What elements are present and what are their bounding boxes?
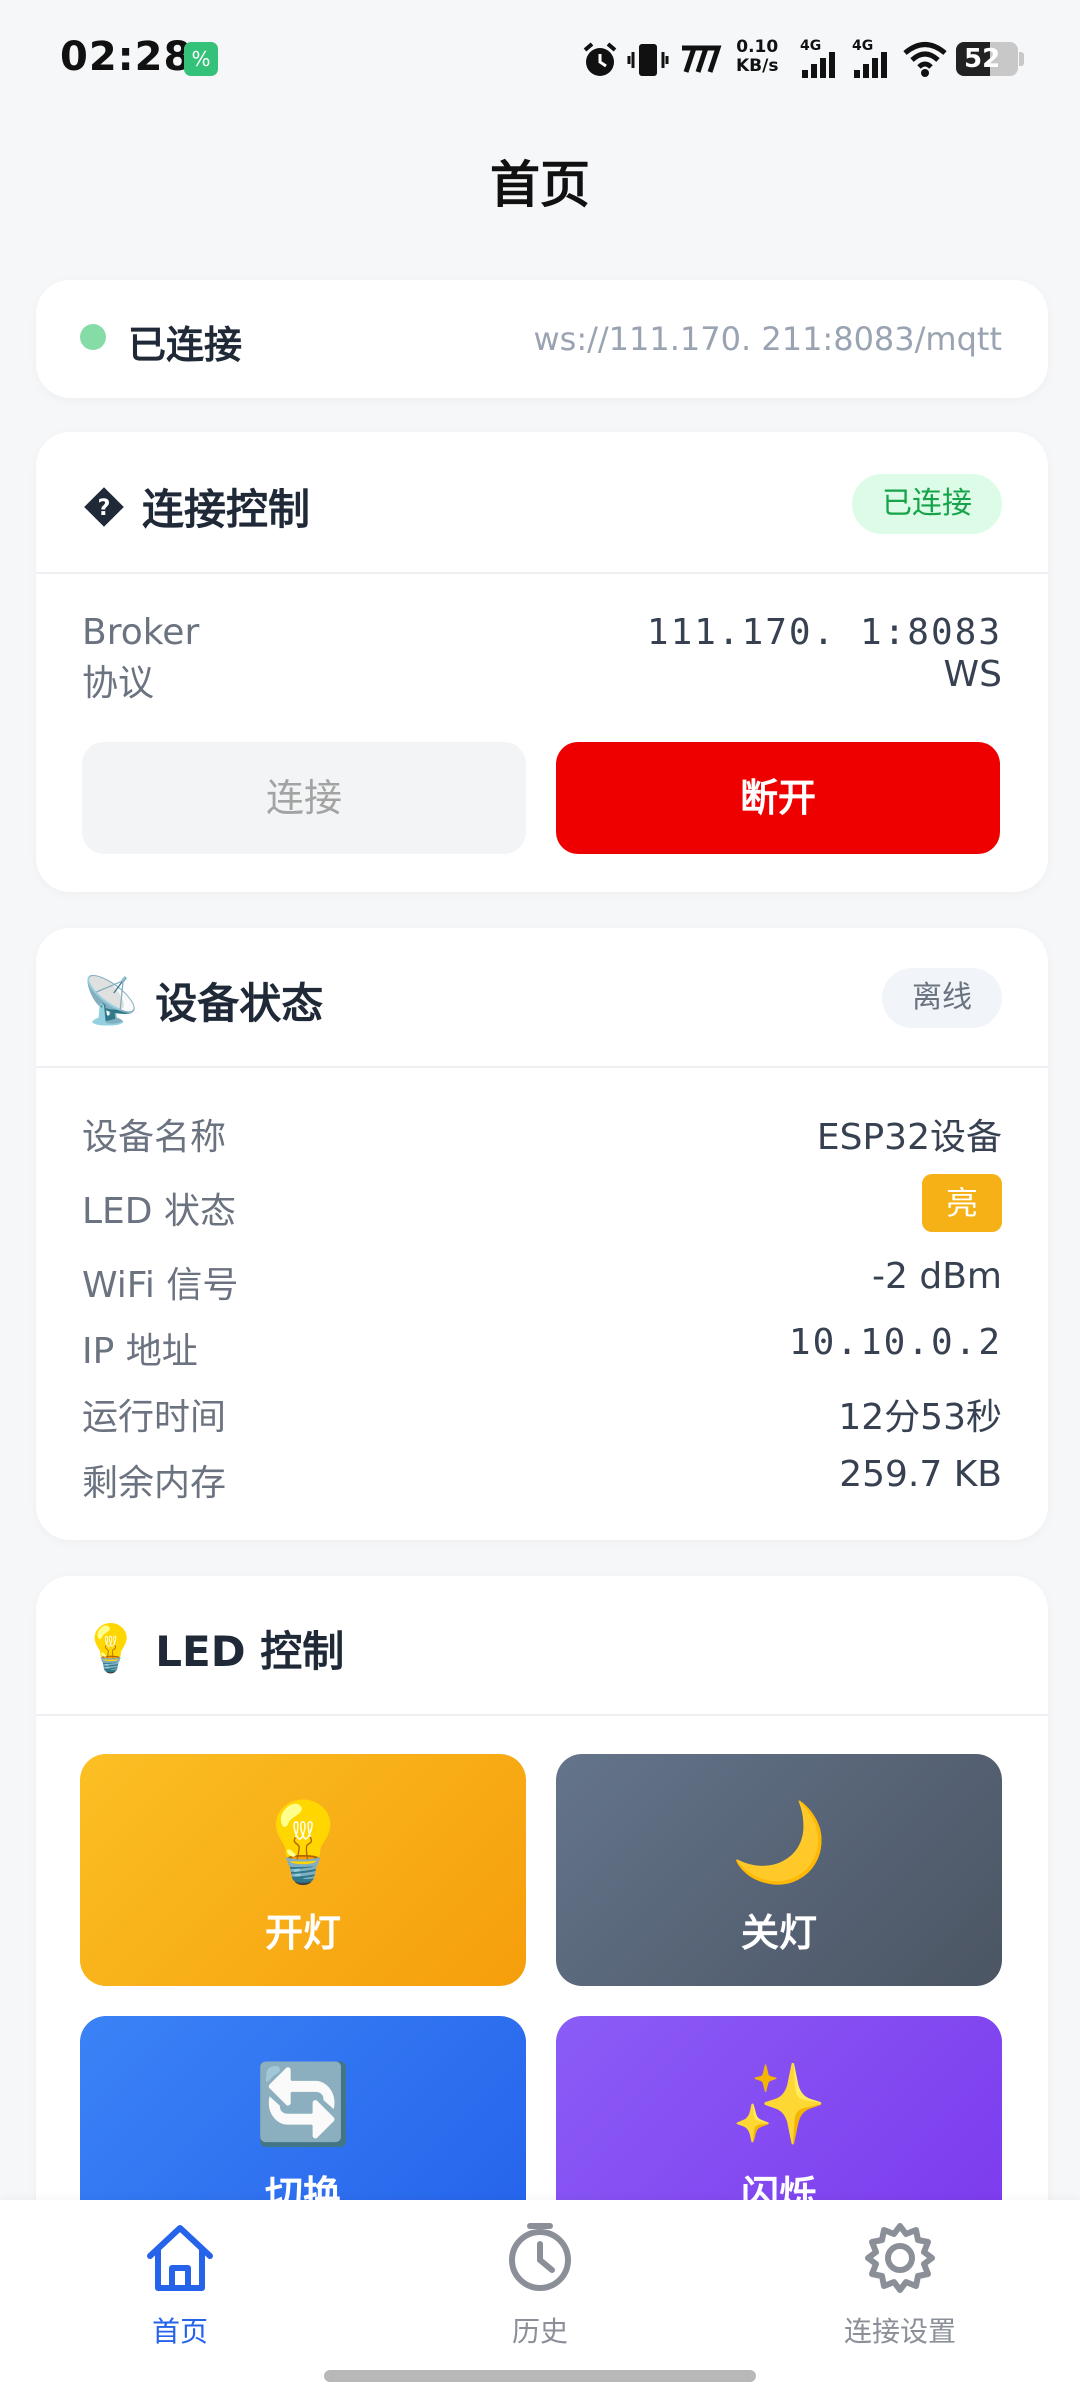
connection-state-badge: 已连接 [852, 474, 1002, 534]
protocol-label: 协议 [82, 663, 155, 704]
alarm-icon [583, 42, 617, 76]
gear-icon [865, 2223, 935, 2293]
bulb-icon: 💡 [82, 1621, 140, 1675]
net-speed-unit: KB/s [736, 56, 779, 76]
nav-item-home[interactable]: 首页 [50, 2220, 310, 2350]
wifi-signal-value: -2 dBm [872, 1256, 1002, 1297]
free-memory-row: 剩余内存 259.7 KB [82, 1454, 1002, 1510]
bulb-icon: 💡 [254, 1798, 352, 1888]
card-title: ? 连接控制 [82, 476, 310, 537]
sparkles-icon: ✨ [730, 2060, 828, 2150]
card-title: 📡 设备状态 [82, 970, 323, 1031]
app-notification-icon: % [184, 42, 218, 76]
device-name-label: 设备名称 [82, 1117, 227, 1158]
signal-icon [854, 52, 887, 78]
net-speed: 0.10 KB/s [736, 38, 778, 76]
card-header: 📡 设备状态 离线 [36, 928, 1048, 1068]
card-header: ? 连接控制 已连接 [36, 432, 1048, 574]
wifi-signal-label: WiFi 信号 [82, 1265, 239, 1306]
led-state-row: LED 状态 亮 [82, 1174, 1002, 1238]
clock-icon [509, 2223, 571, 2291]
wifi-icon [903, 42, 947, 77]
connection-status-dot [80, 324, 106, 350]
connection-url: ws://111.170. 211:8083/mqtt [533, 320, 1002, 358]
connect-button[interactable]: 连接 [82, 742, 526, 854]
ip-address-row: IP 地址 10.10.0.2 [82, 1322, 1002, 1378]
connection-status-bar: 已连接 ws://111.170. 211:8083/mqtt [36, 280, 1048, 398]
free-memory-label: 剩余内存 [82, 1463, 227, 1504]
nav-history-label: 历史 [511, 2315, 568, 2348]
signal-icon [802, 52, 835, 78]
led-control-title: LED 控制 [155, 1627, 345, 1676]
device-status-card: 📡 设备状态 离线 设备名称 ESP32设备 LED 状态 亮 WiFi 信号 … [36, 928, 1048, 1540]
net-speed-value: 0.10 [736, 37, 779, 57]
nav-item-settings[interactable]: 连接设置 [770, 2220, 1030, 2350]
device-name-row: 设备名称 ESP32设备 [82, 1108, 1002, 1164]
led-on-label: 开灯 [264, 1911, 341, 1955]
device-status-title: 设备状态 [155, 979, 324, 1028]
connection-status-label: 已连接 [128, 323, 243, 367]
uptime-value: 12分53秒 [838, 1397, 1002, 1438]
moon-icon: 🌙 [730, 1798, 828, 1888]
satellite-dish-icon: 📡 [82, 973, 140, 1027]
status-time: 02:28 [60, 34, 193, 80]
uptime-label: 运行时间 [82, 1397, 227, 1438]
ip-address-label: IP 地址 [82, 1331, 198, 1372]
broker-row: Broker 111.170. 1:8083 [82, 612, 1002, 653]
led-on-button[interactable]: 💡 开灯 [80, 1754, 526, 1986]
refresh-icon: 🔄 [254, 2060, 352, 2150]
nav-item-history[interactable]: 历史 [410, 2220, 670, 2350]
home-icon [147, 2225, 213, 2291]
broker-value: 111.170. 1:8083 [646, 612, 1002, 653]
question-diamond-icon: ? [84, 486, 124, 527]
free-memory-value: 259.7 KB [839, 1454, 1002, 1495]
ip-address-value: 10.10.0.2 [788, 1322, 1002, 1363]
led-off-button[interactable]: 🌙 关灯 [556, 1754, 1002, 1986]
network-icon [682, 45, 722, 73]
home-indicator[interactable] [324, 2370, 756, 2382]
led-state-badge: 亮 [922, 1174, 1002, 1232]
led-off-label: 关灯 [740, 1911, 817, 1955]
wifi-signal-row: WiFi 信号 -2 dBm [82, 1256, 1002, 1312]
nav-home-label: 首页 [151, 2315, 208, 2348]
connection-control-title: 连接控制 [142, 485, 311, 534]
disconnect-button[interactable]: 断开 [556, 742, 1000, 854]
protocol-value: WS [943, 654, 1002, 695]
status-bar: 02:28 % 0.10 KB/s 4G 4G 52 [0, 0, 1080, 110]
led-control-card: 💡 LED 控制 💡 开灯 🌙 关灯 🔄 切换 ✨ 闪烁 [36, 1576, 1048, 2276]
uptime-row: 运行时间 12分53秒 [82, 1388, 1002, 1444]
card-title: 💡 LED 控制 [82, 1618, 344, 1679]
broker-label: Broker [82, 612, 200, 653]
page-title: 首页 [490, 156, 590, 214]
protocol-row: 协议 WS [82, 654, 1002, 706]
nav-settings-label: 连接设置 [843, 2315, 956, 2348]
battery-level: 52 [964, 44, 1001, 74]
battery-icon: 52 [956, 42, 1018, 76]
vibrate-icon [627, 44, 669, 76]
device-online-badge: 离线 [882, 968, 1002, 1028]
device-name-value: ESP32设备 [816, 1117, 1002, 1158]
connection-control-card: ? 连接控制 已连接 Broker 111.170. 1:8083 协议 WS … [36, 432, 1048, 892]
led-state-label: LED 状态 [82, 1191, 236, 1232]
card-header: 💡 LED 控制 [36, 1576, 1048, 1716]
svg-text:?: ? [98, 496, 111, 521]
